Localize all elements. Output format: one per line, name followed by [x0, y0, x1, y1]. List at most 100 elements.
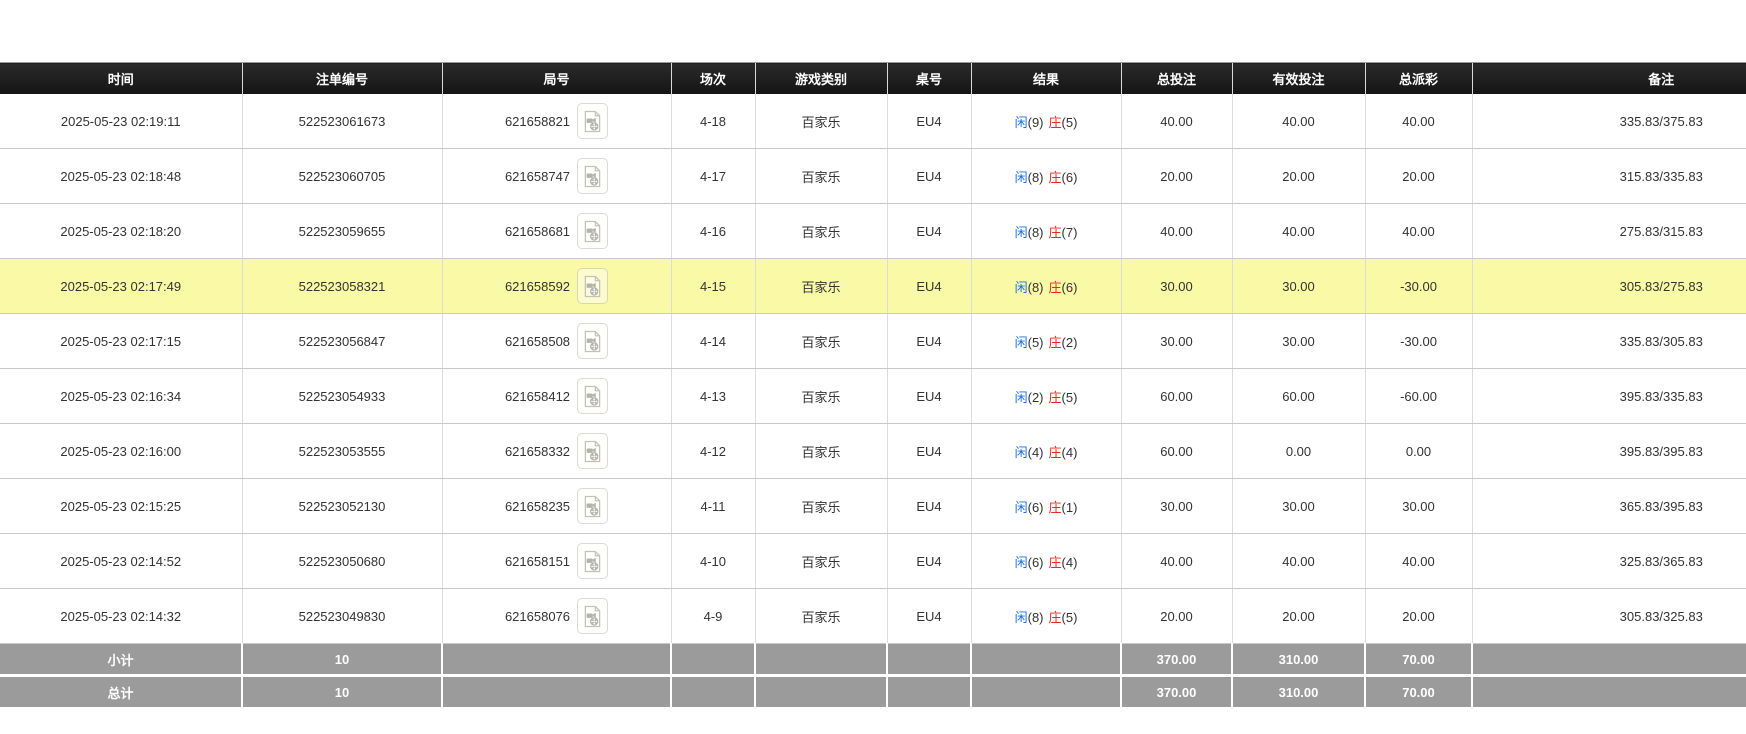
round-no-group: 621658592 — [505, 268, 608, 304]
video-replay-button[interactable] — [577, 488, 608, 524]
banker-label: 庄 — [1049, 280, 1062, 295]
cell-session: 4-11 — [671, 479, 755, 534]
cell-bet-no: 522523049830 — [242, 589, 442, 644]
table-row[interactable]: 2025-05-23 02:15:25 522523052130 6216582… — [0, 479, 1746, 534]
cell-game-type: 百家乐 — [755, 479, 887, 534]
player-label: 闲 — [1015, 610, 1028, 625]
video-file-icon — [583, 275, 602, 298]
cell-total-bet: 40.00 — [1121, 94, 1232, 149]
round-no-group: 621658747 — [505, 158, 608, 194]
cell-bet-no: 522523054933 — [242, 369, 442, 424]
cell-table-no: EU4 — [887, 314, 971, 369]
video-replay-button[interactable] — [577, 378, 608, 414]
round-no-group: 621658076 — [505, 598, 608, 634]
cell-bet-no: 522523050680 — [242, 534, 442, 589]
subtotal-row: 小计 10 370.00 310.00 70.00 — [0, 644, 1746, 676]
cell-bet-no: 522523061673 — [242, 94, 442, 149]
cell-session: 4-9 — [671, 589, 755, 644]
summary-empty-cell — [971, 676, 1121, 709]
video-replay-button[interactable] — [577, 213, 608, 249]
cell-time: 2025-05-23 02:16:00 — [0, 424, 242, 479]
video-replay-button[interactable] — [577, 158, 608, 194]
cell-remark: 365.83/395.83 — [1472, 479, 1746, 534]
summary-empty-cell — [1472, 644, 1746, 676]
header-row: 时间 注单编号 局号 场次 游戏类别 桌号 结果 总投注 有效投注 总派彩 备注 — [0, 63, 1746, 95]
cell-bet-no: 522523058321 — [242, 259, 442, 314]
summary-empty-cell — [887, 676, 971, 709]
player-points: (5) — [1028, 335, 1044, 350]
table-summary: 小计 10 370.00 310.00 70.00 总计 10 — [0, 644, 1746, 709]
cell-total-bet: 60.00 — [1121, 424, 1232, 479]
video-file-icon — [583, 330, 602, 353]
summary-empty-cell — [971, 644, 1121, 676]
total-label: 总计 — [0, 676, 242, 709]
cell-total-payout: 20.00 — [1365, 589, 1472, 644]
summary-empty-cell — [671, 644, 755, 676]
cell-result: 闲(8)庄(6) — [971, 149, 1121, 204]
cell-table-no: EU4 — [887, 534, 971, 589]
cell-result: 闲(6)庄(4) — [971, 534, 1121, 589]
col-header-total-bet: 总投注 — [1121, 63, 1232, 95]
col-header-session: 场次 — [671, 63, 755, 95]
cell-round-no: 621658151 — [442, 534, 671, 589]
banker-points: (5) — [1062, 390, 1078, 405]
table-row[interactable]: 2025-05-23 02:14:32 522523049830 6216580… — [0, 589, 1746, 644]
table-row[interactable]: 2025-05-23 02:17:49 522523058321 6216585… — [0, 259, 1746, 314]
cell-remark: 395.83/335.83 — [1472, 369, 1746, 424]
cell-round-no: 621658235 — [442, 479, 671, 534]
cell-table-no: EU4 — [887, 149, 971, 204]
video-file-icon — [583, 110, 602, 133]
table-row[interactable]: 2025-05-23 02:18:20 522523059655 6216586… — [0, 204, 1746, 259]
round-no-group: 621658332 — [505, 433, 608, 469]
player-points: (6) — [1028, 500, 1044, 515]
cell-total-payout: -30.00 — [1365, 259, 1472, 314]
cell-result: 闲(8)庄(6) — [971, 259, 1121, 314]
video-replay-button[interactable] — [577, 268, 608, 304]
col-header-time: 时间 — [0, 63, 242, 95]
cell-remark: 275.83/315.83 — [1472, 204, 1746, 259]
cell-session: 4-12 — [671, 424, 755, 479]
cell-valid-bet: 20.00 — [1232, 149, 1365, 204]
player-points: (8) — [1028, 225, 1044, 240]
total-total-bet: 370.00 — [1121, 676, 1232, 709]
cell-total-bet: 60.00 — [1121, 369, 1232, 424]
table-row[interactable]: 2025-05-23 02:17:15 522523056847 6216585… — [0, 314, 1746, 369]
cell-round-no: 621658681 — [442, 204, 671, 259]
cell-time: 2025-05-23 02:18:20 — [0, 204, 242, 259]
player-label: 闲 — [1015, 390, 1028, 405]
video-replay-button[interactable] — [577, 103, 608, 139]
video-replay-button[interactable] — [577, 433, 608, 469]
cell-session: 4-10 — [671, 534, 755, 589]
cell-table-no: EU4 — [887, 589, 971, 644]
cell-game-type: 百家乐 — [755, 314, 887, 369]
cell-result: 闲(8)庄(7) — [971, 204, 1121, 259]
player-label: 闲 — [1015, 555, 1028, 570]
cell-result: 闲(2)庄(5) — [971, 369, 1121, 424]
cell-round-no: 621658592 — [442, 259, 671, 314]
video-replay-button[interactable] — [577, 323, 608, 359]
player-label: 闲 — [1015, 280, 1028, 295]
total-valid-bet: 310.00 — [1232, 676, 1365, 709]
cell-game-type: 百家乐 — [755, 94, 887, 149]
player-label: 闲 — [1015, 170, 1028, 185]
table-row[interactable]: 2025-05-23 02:16:00 522523053555 6216583… — [0, 424, 1746, 479]
banker-points: (6) — [1062, 170, 1078, 185]
round-number: 621658151 — [505, 554, 570, 569]
player-points: (8) — [1028, 280, 1044, 295]
cell-game-type: 百家乐 — [755, 424, 887, 479]
banker-points: (2) — [1062, 335, 1078, 350]
table-row[interactable]: 2025-05-23 02:18:48 522523060705 6216587… — [0, 149, 1746, 204]
round-no-group: 621658151 — [505, 543, 608, 579]
table-row[interactable]: 2025-05-23 02:14:52 522523050680 6216581… — [0, 534, 1746, 589]
table-row[interactable]: 2025-05-23 02:19:11 522523061673 6216588… — [0, 94, 1746, 149]
cell-total-bet: 30.00 — [1121, 314, 1232, 369]
table-row[interactable]: 2025-05-23 02:16:34 522523054933 6216584… — [0, 369, 1746, 424]
video-replay-button[interactable] — [577, 598, 608, 634]
video-file-icon — [583, 605, 602, 628]
video-replay-button[interactable] — [577, 543, 608, 579]
cell-bet-no: 522523059655 — [242, 204, 442, 259]
cell-time: 2025-05-23 02:19:11 — [0, 94, 242, 149]
player-label: 闲 — [1015, 225, 1028, 240]
cell-session: 4-13 — [671, 369, 755, 424]
subtotal-count: 10 — [242, 644, 442, 676]
